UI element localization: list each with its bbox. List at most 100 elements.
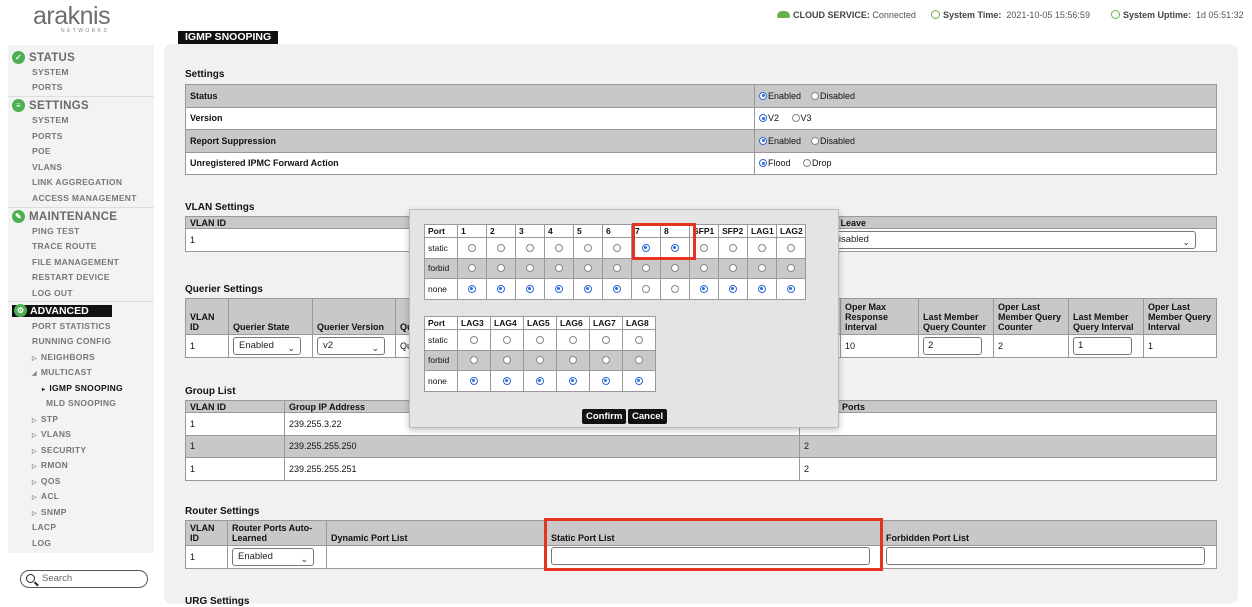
forbid-radio-lag4[interactable] (502, 356, 511, 365)
nav-security[interactable]: ▷ SECURITY (32, 445, 86, 455)
none-radio-lag8[interactable] (634, 376, 643, 385)
none-radio-lag2[interactable] (786, 284, 795, 293)
none-radio-lag1[interactable] (757, 284, 766, 293)
report-enabled-radio[interactable] (759, 136, 767, 145)
lmq-interval-input[interactable]: 1 (1073, 336, 1132, 355)
static-radio-3[interactable] (525, 243, 534, 252)
none-radio-5[interactable] (583, 284, 592, 293)
nav-igmp-snooping[interactable]: ▸ IGMP SNOOPING (42, 383, 123, 393)
static-radio-lag1[interactable] (757, 243, 766, 252)
nav-port-statistics[interactable]: PORT STATISTICS (32, 321, 111, 331)
router-auto-select[interactable]: Enabled ⌄ (232, 547, 314, 566)
nav-settings-ports[interactable]: PORTS (32, 131, 63, 141)
forbid-radio-1[interactable] (467, 264, 476, 273)
none-radio-sfp1[interactable] (699, 284, 708, 293)
forbid-radio-sfp2[interactable] (728, 264, 737, 273)
nav-log[interactable]: LOG (32, 538, 51, 548)
none-radio-6[interactable] (612, 284, 621, 293)
nav-acl[interactable]: ▷ ACL (32, 491, 59, 501)
static-radio-1[interactable] (467, 243, 476, 252)
nav-settings-access-management[interactable]: ACCESS MANAGEMENT (32, 193, 137, 203)
nav-running-config[interactable]: RUNNING CONFIG (32, 336, 111, 346)
flood-radio[interactable] (759, 159, 767, 168)
nav-mld-snooping[interactable]: MLD SNOOPING (46, 398, 116, 408)
fast-leave-select[interactable]: Disabled ⌄ (826, 230, 1196, 249)
forbid-radio-8[interactable] (670, 264, 679, 273)
nav-qos[interactable]: ▷ QOS (32, 476, 61, 486)
forbidden-port-list-input[interactable] (886, 546, 1205, 565)
report-disabled-radio[interactable] (811, 136, 820, 145)
static-radio-sfp2[interactable] (728, 243, 737, 252)
status-enabled-radio[interactable] (759, 91, 767, 100)
static-radio-sfp1[interactable] (699, 243, 708, 252)
nav-neighbors[interactable]: ▷ NEIGHBORS (32, 352, 95, 362)
forbid-radio-3[interactable] (525, 264, 534, 273)
nav-stp[interactable]: ▷ STP (32, 414, 58, 424)
nav-section-settings[interactable]: ≡ SETTINGS (12, 99, 89, 112)
nav-snmp[interactable]: ▷ SNMP (32, 507, 67, 517)
nav-settings-system[interactable]: SYSTEM (32, 115, 69, 125)
search-input[interactable]: Search (20, 570, 148, 588)
version-v2-radio[interactable] (759, 114, 767, 123)
querier-version-select[interactable]: v2 ⌄ (317, 336, 385, 355)
none-radio-4[interactable] (554, 284, 563, 293)
nav-settings-poe[interactable]: POE (32, 146, 51, 156)
nav-lacp[interactable]: LACP (32, 522, 56, 532)
nav-log-out[interactable]: LOG OUT (32, 288, 73, 298)
forbid-radio-lag2[interactable] (786, 264, 795, 273)
forbid-radio-lag8[interactable] (634, 356, 643, 365)
static-radio-5[interactable] (583, 243, 592, 252)
forbid-radio-sfp1[interactable] (699, 264, 708, 273)
nav-ping-test[interactable]: PING TEST (32, 226, 80, 236)
none-radio-7[interactable] (641, 284, 650, 293)
nav-settings-vlans[interactable]: VLANS (32, 162, 62, 172)
static-radio-lag6[interactable] (568, 335, 577, 344)
version-v3-radio[interactable] (791, 114, 800, 123)
none-radio-lag3[interactable] (469, 376, 478, 385)
forbid-radio-4[interactable] (554, 264, 563, 273)
static-radio-lag3[interactable] (469, 335, 478, 344)
forbid-radio-6[interactable] (612, 264, 621, 273)
static-radio-lag8[interactable] (634, 335, 643, 344)
nav-section-advanced[interactable]: ⚙ ADVANCED (12, 304, 112, 317)
none-radio-2[interactable] (496, 284, 505, 293)
static-radio-lag5[interactable] (535, 335, 544, 344)
none-radio-lag5[interactable] (535, 376, 544, 385)
nav-multicast[interactable]: ◢ MULTICAST (32, 367, 92, 377)
confirm-button[interactable]: Confirm (582, 409, 627, 424)
none-radio-8[interactable] (670, 284, 679, 293)
forbid-radio-5[interactable] (583, 264, 592, 273)
static-radio-2[interactable] (496, 243, 505, 252)
forbid-radio-lag3[interactable] (469, 356, 478, 365)
nav-section-status[interactable]: ✓ STATUS (12, 51, 75, 64)
nav-status-system[interactable]: SYSTEM (32, 67, 69, 77)
static-radio-lag4[interactable] (502, 335, 511, 344)
none-radio-3[interactable] (525, 284, 534, 293)
nav-status-ports[interactable]: PORTS (32, 82, 63, 92)
forbid-radio-lag5[interactable] (535, 356, 544, 365)
none-radio-lag6[interactable] (568, 376, 577, 385)
querier-state-select[interactable]: Enabled ⌄ (233, 336, 301, 355)
static-radio-lag7[interactable] (601, 335, 610, 344)
forbid-radio-2[interactable] (496, 264, 505, 273)
static-radio-4[interactable] (554, 243, 563, 252)
nav-rmon[interactable]: ▷ RMON (32, 460, 68, 470)
drop-radio[interactable] (803, 159, 812, 168)
static-radio-lag2[interactable] (786, 243, 795, 252)
nav-file-management[interactable]: FILE MANAGEMENT (32, 257, 119, 267)
status-disabled-radio[interactable] (811, 91, 820, 100)
nav-settings-link-aggregation[interactable]: LINK AGGREGATION (32, 177, 122, 187)
nav-trace-route[interactable]: TRACE ROUTE (32, 241, 97, 251)
none-radio-1[interactable] (467, 284, 476, 293)
araknis-logo[interactable]: araknis NETWORKS (33, 2, 123, 36)
nav-section-maintenance[interactable]: ✎ MAINTENANCE (12, 210, 117, 223)
forbid-radio-lag1[interactable] (757, 264, 766, 273)
lmq-counter-input[interactable]: 2 (923, 336, 982, 355)
forbid-radio-lag7[interactable] (601, 356, 610, 365)
none-radio-lag4[interactable] (502, 376, 511, 385)
forbid-radio-7[interactable] (641, 264, 650, 273)
forbid-radio-lag6[interactable] (568, 356, 577, 365)
none-radio-sfp2[interactable] (728, 284, 737, 293)
nav-vlans[interactable]: ▷ VLANS (32, 429, 71, 439)
nav-restart-device[interactable]: RESTART DEVICE (32, 272, 110, 282)
